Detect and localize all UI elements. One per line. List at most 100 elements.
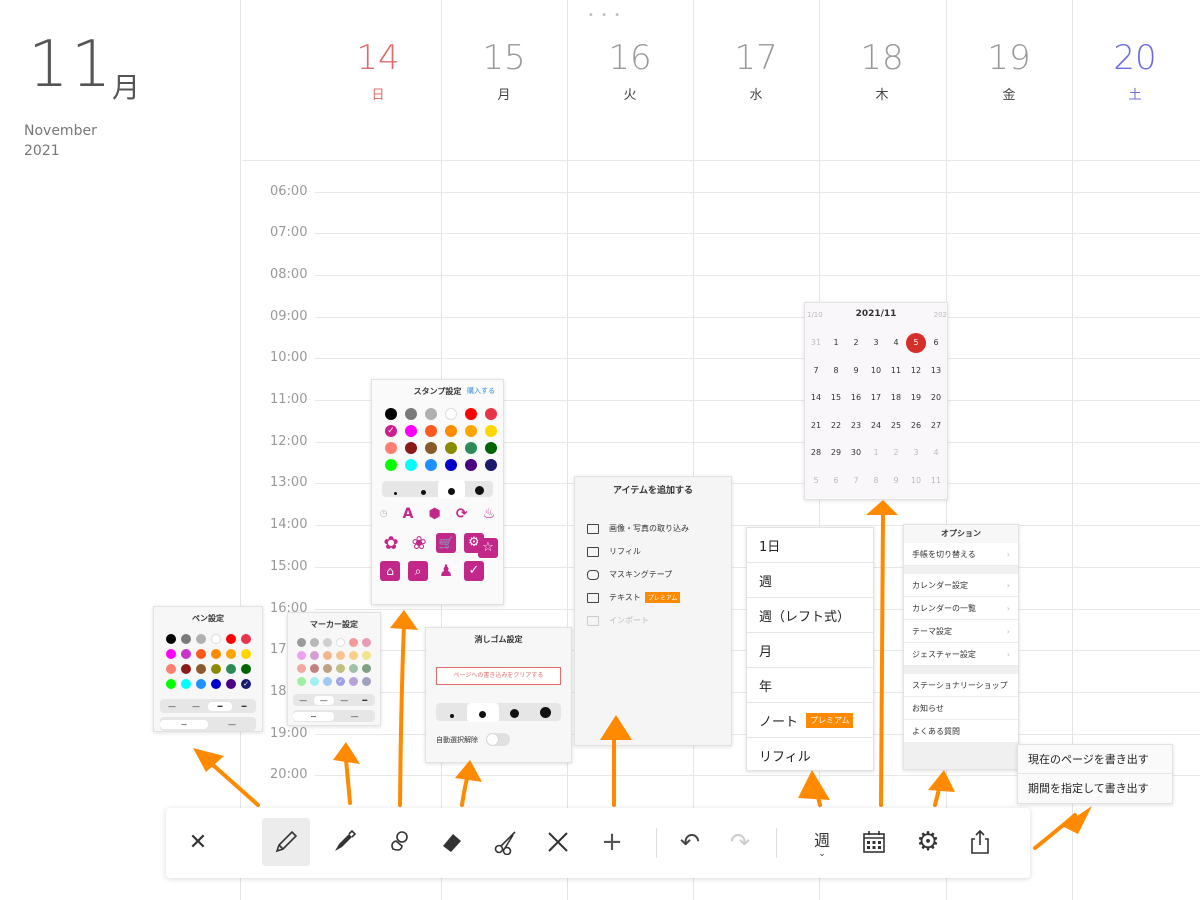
- calendar-day[interactable]: 21: [806, 412, 826, 440]
- color-swatch[interactable]: [349, 664, 358, 673]
- calendar-day[interactable]: 14: [806, 384, 826, 412]
- calendar-day[interactable]: 25: [886, 412, 906, 440]
- zoom-stamp-icon[interactable]: ⌕: [408, 561, 428, 581]
- color-swatch[interactable]: [385, 408, 397, 420]
- color-swatch[interactable]: [241, 649, 251, 659]
- eraser-icon[interactable]: [428, 818, 476, 866]
- color-swatch[interactable]: [445, 425, 457, 437]
- color-swatch[interactable]: [336, 664, 345, 673]
- color-swatch[interactable]: [211, 649, 221, 659]
- color-swatch[interactable]: [323, 651, 332, 660]
- calendar-day[interactable]: 3: [866, 329, 886, 357]
- view-year[interactable]: 年: [747, 668, 873, 703]
- view-switcher[interactable]: 週 ⌄: [798, 818, 846, 866]
- color-swatch[interactable]: [297, 677, 306, 686]
- option-calendar-settings[interactable]: カレンダー設定 ›: [904, 574, 1018, 597]
- calendar-day[interactable]: 4: [886, 329, 906, 357]
- color-swatch[interactable]: [385, 459, 397, 471]
- calendar-day[interactable]: 2: [846, 329, 866, 357]
- ruler-pen-icon[interactable]: [534, 818, 582, 866]
- color-swatch[interactable]: [310, 651, 319, 660]
- calendar-day[interactable]: 15: [826, 384, 846, 412]
- color-swatch[interactable]: [445, 408, 457, 420]
- hexagon-stamp-icon[interactable]: ⬢: [429, 506, 441, 522]
- next-month-label[interactable]: 202: [934, 311, 947, 319]
- add-masking-tape-item[interactable]: マスキングテープ: [575, 563, 731, 586]
- share-icon[interactable]: [956, 818, 1004, 866]
- view-month[interactable]: 月: [747, 633, 873, 668]
- color-swatch[interactable]: [425, 408, 437, 420]
- calendar-day[interactable]: 13: [926, 357, 946, 385]
- color-swatch[interactable]: [310, 664, 319, 673]
- calendar-day[interactable]: 1: [866, 439, 886, 467]
- color-swatch[interactable]: [166, 634, 176, 644]
- color-swatch[interactable]: [362, 664, 371, 673]
- add-refill-item[interactable]: リフィル: [575, 540, 731, 563]
- close-icon[interactable]: ✕: [174, 818, 222, 866]
- view-refill[interactable]: リフィル: [747, 738, 873, 770]
- color-swatch[interactable]: [211, 664, 221, 674]
- color-swatch[interactable]: [485, 459, 497, 471]
- color-swatch[interactable]: [336, 638, 345, 647]
- calendar-day[interactable]: 16: [846, 384, 866, 412]
- redo-icon[interactable]: ↷: [716, 818, 764, 866]
- color-swatch[interactable]: [405, 459, 417, 471]
- day-header[interactable]: 17 水: [693, 38, 819, 103]
- color-swatch[interactable]: [465, 459, 477, 471]
- scissors-icon[interactable]: [482, 818, 530, 866]
- calendar-icon[interactable]: [850, 818, 898, 866]
- star-badge-stamp-icon[interactable]: ☆: [478, 538, 498, 558]
- calendar-day[interactable]: 8: [866, 467, 886, 495]
- calendar-day[interactable]: 27: [926, 412, 946, 440]
- color-swatch[interactable]: [405, 442, 417, 454]
- calendar-day[interactable]: 1: [826, 329, 846, 357]
- color-swatch[interactable]: [196, 664, 206, 674]
- calendar-day[interactable]: 9: [886, 467, 906, 495]
- day-header[interactable]: 15 月: [441, 38, 567, 103]
- calendar-day[interactable]: 6: [826, 467, 846, 495]
- undo-icon[interactable]: ↶: [666, 818, 714, 866]
- view-day[interactable]: 1日: [747, 528, 873, 563]
- export-current-page[interactable]: 現在のページを書き出す: [1018, 745, 1172, 774]
- add-icon[interactable]: +: [588, 818, 636, 866]
- marker-type-selector[interactable]: ∼ —: [293, 710, 375, 722]
- check-stamp-icon[interactable]: ✓: [464, 561, 484, 581]
- color-swatch[interactable]: [485, 425, 497, 437]
- color-swatch[interactable]: [226, 664, 236, 674]
- cart-stamp-icon[interactable]: 🛒: [436, 533, 456, 553]
- color-swatch[interactable]: [181, 679, 191, 689]
- color-swatch[interactable]: [425, 425, 437, 437]
- color-swatch[interactable]: [485, 408, 497, 420]
- color-swatch[interactable]: [181, 649, 191, 659]
- color-swatch[interactable]: [310, 638, 319, 647]
- add-image-item[interactable]: 画像・写真の取り込み: [575, 517, 731, 540]
- calendar-day[interactable]: 29: [826, 439, 846, 467]
- calendar-day[interactable]: 5: [906, 329, 926, 357]
- calendar-day[interactable]: 9: [846, 357, 866, 385]
- color-swatch[interactable]: [465, 425, 477, 437]
- color-swatch[interactable]: [445, 442, 457, 454]
- color-swatch[interactable]: [226, 679, 236, 689]
- calendar-day[interactable]: 30: [846, 439, 866, 467]
- stamp-category-tabs[interactable]: ◷ A ⬢ ⟳ ♨: [372, 505, 503, 523]
- calendar-day[interactable]: 8: [826, 357, 846, 385]
- color-swatch[interactable]: ✓: [241, 679, 251, 689]
- pencil-icon[interactable]: [262, 818, 310, 866]
- day-header[interactable]: 14 日: [315, 38, 441, 103]
- color-swatch[interactable]: [181, 664, 191, 674]
- import-item[interactable]: インポート: [575, 609, 731, 632]
- color-swatch[interactable]: [425, 442, 437, 454]
- color-swatch[interactable]: [310, 677, 319, 686]
- calendar-day[interactable]: 22: [826, 412, 846, 440]
- color-swatch[interactable]: [226, 634, 236, 644]
- calendar-day[interactable]: 12: [906, 357, 926, 385]
- clear-page-button[interactable]: ページへの書き込みをクリアする: [436, 667, 561, 685]
- option-faq[interactable]: よくある質問: [904, 720, 1018, 743]
- calendar-day[interactable]: 17: [866, 384, 886, 412]
- color-swatch[interactable]: [362, 677, 371, 686]
- option-news[interactable]: お知らせ: [904, 697, 1018, 720]
- calendar-day[interactable]: 2: [886, 439, 906, 467]
- pen-icon[interactable]: [320, 818, 368, 866]
- calendar-day[interactable]: 3: [906, 439, 926, 467]
- color-swatch[interactable]: [349, 677, 358, 686]
